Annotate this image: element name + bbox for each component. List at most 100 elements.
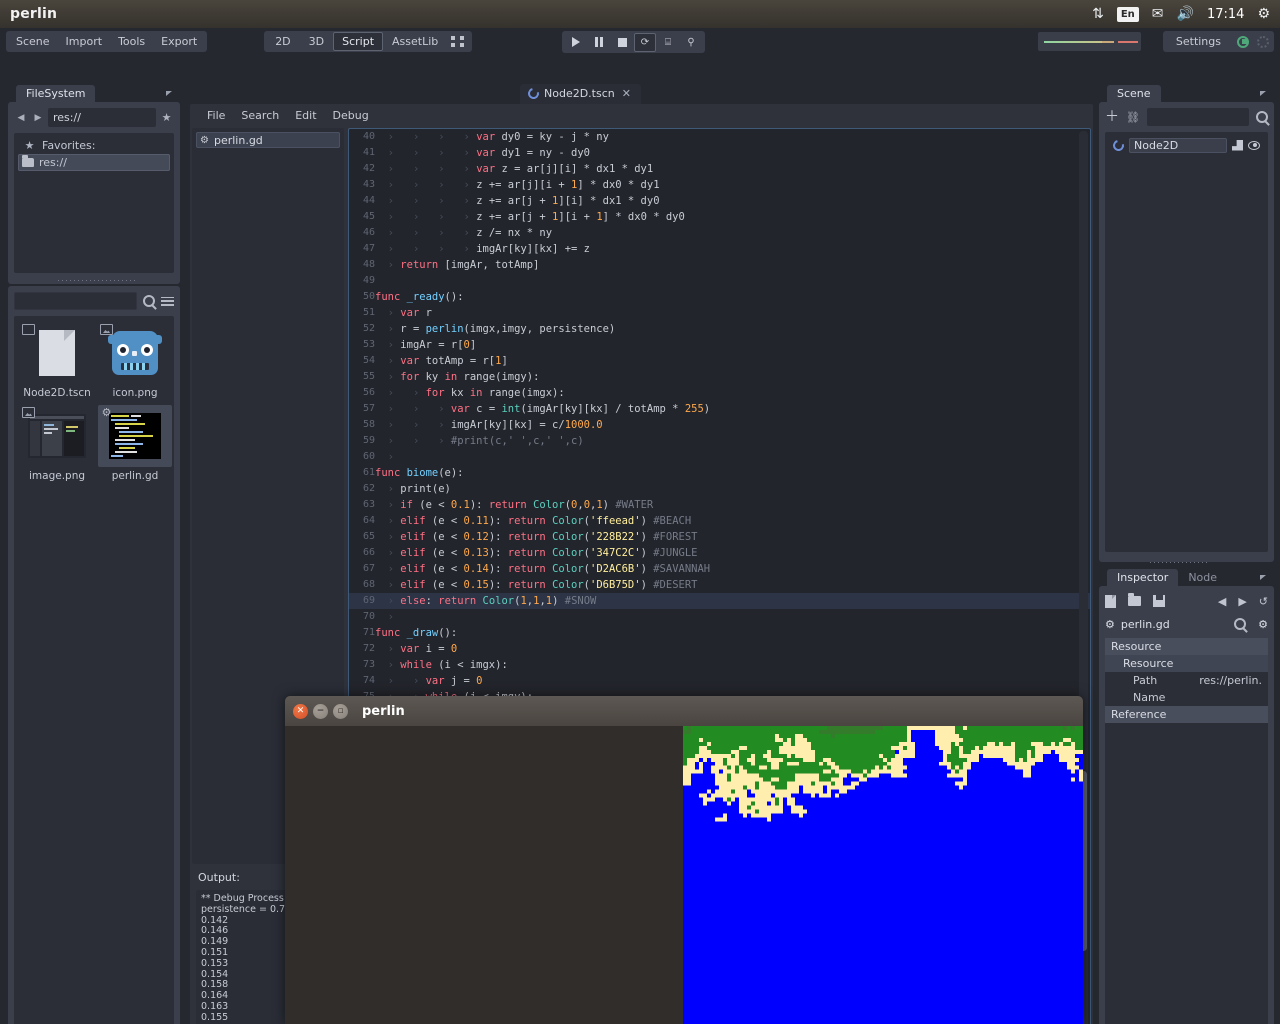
code-line[interactable]: 65 › elif (e < 0.12): return Color('228B…	[349, 529, 1090, 545]
star-icon[interactable]: ★	[159, 111, 174, 124]
eye-icon[interactable]	[1248, 140, 1260, 150]
code-line[interactable]: 48 › return [imgAr, totAmp]	[349, 257, 1090, 273]
search-icon[interactable]	[1234, 618, 1247, 630]
history-forward-icon[interactable]: ▶	[1238, 595, 1246, 608]
file-item-icon-png[interactable]: icon.png	[98, 322, 172, 399]
code-line[interactable]: 57 › › › var c = int(imgAr[ky][kx] / tot…	[349, 401, 1090, 417]
script-icon[interactable]	[1232, 139, 1243, 151]
code-line[interactable]: 55 › for ky in range(imgy):	[349, 369, 1090, 385]
code-line[interactable]: 60 ›	[349, 449, 1090, 465]
dock-splitter[interactable]	[58, 280, 135, 281]
maximize-button[interactable]: ▫	[333, 703, 348, 719]
play-custom-scene-icon[interactable]: ⌸	[657, 33, 679, 52]
inspector-splitter[interactable]	[1150, 562, 1207, 563]
code-line[interactable]: 52 › r = perlin(imgx,imgy, persistence)	[349, 321, 1090, 337]
game-window[interactable]: ✕ − ▫ perlin	[285, 696, 1083, 1024]
dock-menu-icon[interactable]	[1260, 574, 1266, 580]
plus-icon[interactable]: ＋	[1105, 110, 1119, 124]
property-row-name[interactable]: Name	[1105, 689, 1268, 706]
menu-import[interactable]: Import	[58, 32, 111, 51]
code-line[interactable]: 56 › › for kx in range(imgx):	[349, 385, 1090, 401]
code-line[interactable]: 71 func _draw():	[349, 625, 1090, 641]
history-back-icon[interactable]: ◀	[1218, 595, 1226, 608]
code-line[interactable]: 43 › › › › z += ar[j][i + 1] * dx0 * dy1	[349, 177, 1090, 193]
menu-export[interactable]: Export	[153, 32, 205, 51]
code-line[interactable]: 73 › while (i < imgx):	[349, 657, 1090, 673]
script-menu-search[interactable]: Search	[234, 106, 286, 125]
open-script-perlin-gd[interactable]: ⚙ perlin.gd	[196, 132, 340, 148]
mode-assetlib[interactable]: AssetLib	[383, 32, 447, 51]
tab-scene[interactable]: Scene	[1107, 85, 1161, 102]
file-item-node2d-tscn[interactable]: Node2D.tscn	[20, 322, 94, 399]
network-updown-icon[interactable]: ⇅	[1092, 7, 1104, 21]
code-line[interactable]: 72 › var i = 0	[349, 641, 1090, 657]
gear-icon[interactable]: ⚙	[1258, 618, 1268, 631]
code-line[interactable]: 64 › elif (e < 0.11): return Color('ffee…	[349, 513, 1090, 529]
code-line[interactable]: 74 › › var j = 0	[349, 673, 1090, 689]
property-category-reference[interactable]: Reference	[1105, 706, 1268, 723]
game-window-titlebar[interactable]: ✕ − ▫ perlin	[285, 696, 1083, 726]
save-resource-icon[interactable]	[1153, 595, 1165, 607]
file-search-input[interactable]	[14, 292, 137, 310]
code-line[interactable]: 63 › if (e < 0.1): return Color(0,0,1) #…	[349, 497, 1090, 513]
pause-icon[interactable]	[588, 33, 610, 52]
minimize-button[interactable]: −	[313, 703, 328, 719]
filesystem-root-row[interactable]: res://	[18, 154, 170, 171]
code-line[interactable]: 40 › › › › var dy0 = ky - j * ny	[349, 129, 1090, 145]
code-line[interactable]: 50 func _ready():	[349, 289, 1090, 305]
remote-debug-icon[interactable]: ⚲	[680, 33, 702, 52]
mode-script[interactable]: Script	[333, 32, 384, 51]
code-line[interactable]: 67 › elif (e < 0.14): return Color('D2AC…	[349, 561, 1090, 577]
code-line[interactable]: 58 › › › imgAr[ky][kx] = c/1000.0	[349, 417, 1090, 433]
code-line[interactable]: 45 › › › › z += ar[j + 1][i + 1] * dx0 *…	[349, 209, 1090, 225]
volume-icon[interactable]: 🔊	[1177, 7, 1194, 21]
search-icon[interactable]	[1256, 111, 1268, 123]
file-item-perlin-gd[interactable]: ⚙ perlin.gd	[98, 405, 172, 482]
code-line[interactable]: 54 › var totAmp = r[1]	[349, 353, 1090, 369]
chevron-left-icon[interactable]: ◀	[14, 109, 28, 127]
menu-scene[interactable]: Scene	[8, 32, 58, 51]
favorites-row[interactable]: ★ Favorites:	[18, 137, 170, 154]
play-scene-icon[interactable]: ⟳	[634, 32, 656, 52]
code-line[interactable]: 44 › › › › z += ar[j + 1][i] * dx1 * dy0	[349, 193, 1090, 209]
undo-icon[interactable]: ↺	[1259, 595, 1268, 608]
power-gear-icon[interactable]: ⚙	[1257, 7, 1270, 21]
code-line[interactable]: 47 › › › › imgAr[ky][kx] += z	[349, 241, 1090, 257]
script-menu-debug[interactable]: Debug	[326, 106, 376, 125]
code-line[interactable]: 61 func biome(e):	[349, 465, 1090, 481]
os-clock[interactable]: 17:14	[1207, 7, 1244, 22]
script-menu-edit[interactable]: Edit	[288, 106, 323, 125]
code-line[interactable]: 59 › › › #print(c,' ',c,' ',c)	[349, 433, 1090, 449]
code-line[interactable]: 70 ›	[349, 609, 1090, 625]
dock-menu-icon[interactable]	[166, 90, 172, 96]
mode-2d[interactable]: 2D	[266, 32, 299, 51]
tab-filesystem[interactable]: FileSystem	[16, 85, 96, 102]
dock-menu-icon[interactable]	[1260, 90, 1266, 96]
file-item-image-png[interactable]: image.png	[20, 405, 94, 482]
instance-icon[interactable]: ⛓	[1126, 111, 1140, 124]
chevron-right-icon[interactable]: ▶	[31, 109, 45, 127]
tab-inspector[interactable]: Inspector	[1107, 569, 1179, 586]
close-button[interactable]: ✕	[293, 703, 308, 719]
code-line[interactable]: 69 › else: return Color(1,1,1) #SNOW	[349, 593, 1090, 609]
filesystem-path-field[interactable]: res://	[48, 108, 156, 127]
close-icon[interactable]: ✕	[622, 87, 631, 100]
search-icon[interactable]	[143, 295, 155, 307]
code-line[interactable]: 68 › elif (e < 0.15): return Color('D6B7…	[349, 577, 1090, 593]
property-row-path[interactable]: Path res://perlin.	[1105, 672, 1268, 689]
code-line[interactable]: 53 › imgAr = r[0]	[349, 337, 1090, 353]
scene-filter-input[interactable]	[1146, 108, 1249, 126]
tab-node[interactable]: Node	[1178, 569, 1227, 586]
game-viewport[interactable]	[285, 726, 1083, 1024]
code-line[interactable]: 62 › print(e)	[349, 481, 1090, 497]
open-resource-icon[interactable]	[1128, 593, 1141, 606]
property-subcategory[interactable]: Resource	[1105, 655, 1268, 672]
keyboard-layout-indicator[interactable]: En	[1116, 6, 1139, 22]
new-resource-icon[interactable]	[1105, 594, 1116, 608]
mode-3d[interactable]: 3D	[300, 32, 333, 51]
stop-icon[interactable]	[611, 33, 633, 52]
scene-node-node2d[interactable]: Node2D	[1109, 136, 1264, 154]
settings-button[interactable]: Settings	[1168, 32, 1229, 51]
menu-tools[interactable]: Tools	[110, 32, 153, 51]
code-line[interactable]: 49	[349, 273, 1090, 289]
